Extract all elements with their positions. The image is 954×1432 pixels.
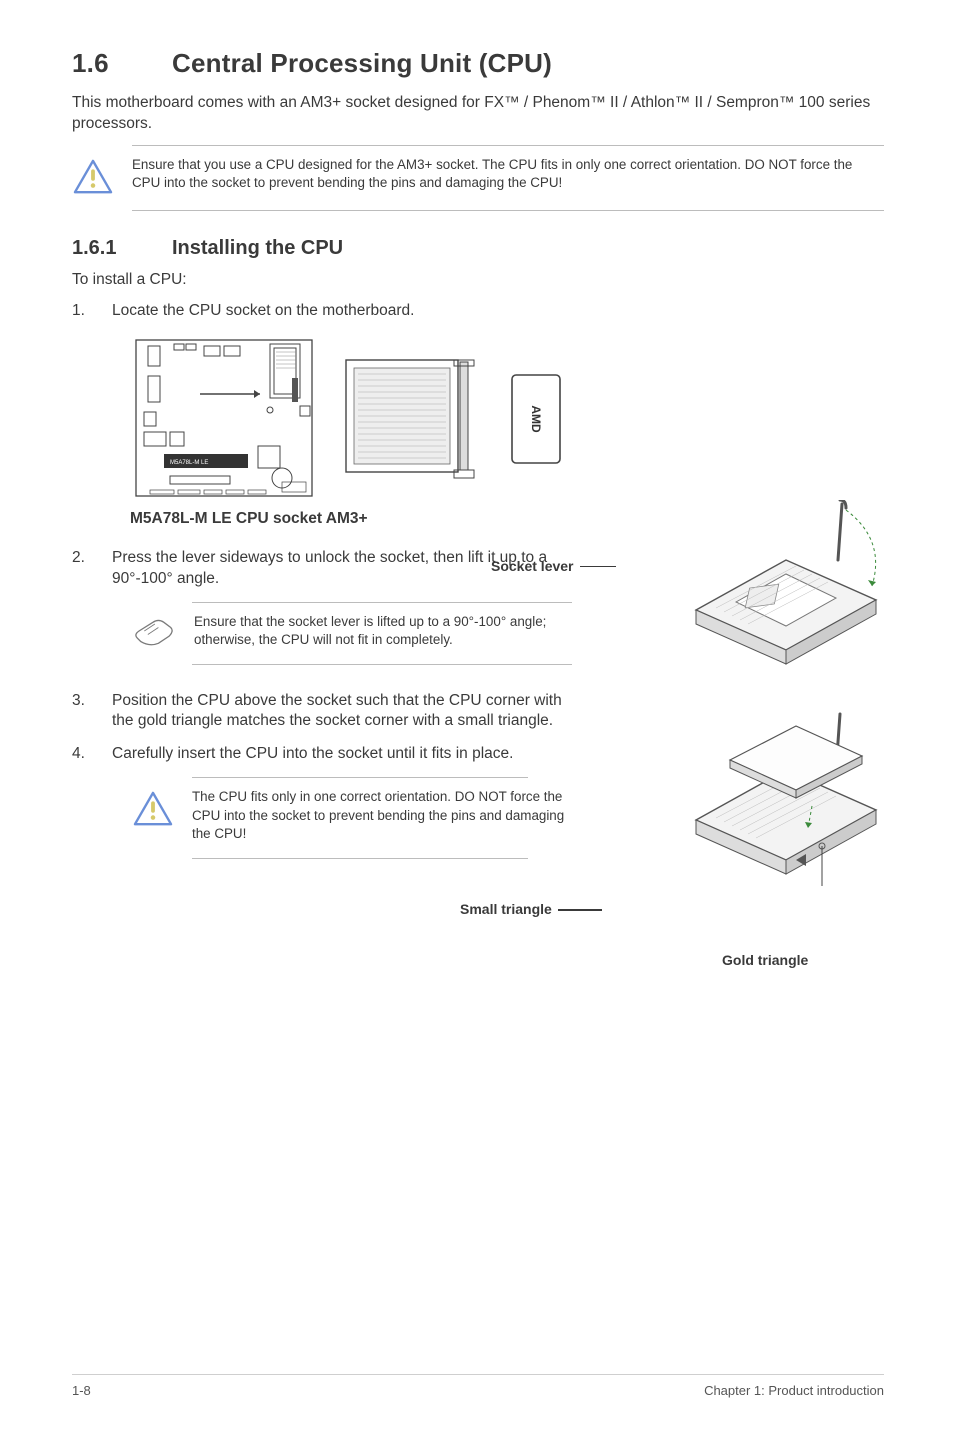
subsection-heading: 1.6.1Installing the CPU xyxy=(72,237,884,260)
step-number: 3. xyxy=(72,691,112,733)
motherboard-diagram: M5A78L-M LE xyxy=(130,334,320,504)
warning-box-1: Ensure that you use a CPU designed for t… xyxy=(72,146,884,210)
cpu-chip-diagram: AMD xyxy=(506,369,566,469)
warning-icon xyxy=(72,156,114,196)
subsection-title: Installing the CPU xyxy=(172,237,343,259)
subsection-number: 1.6.1 xyxy=(72,237,172,260)
section-title: Central Processing Unit (CPU) xyxy=(172,48,552,78)
svg-text:M5A78L-M LE: M5A78L-M LE xyxy=(170,460,208,466)
chip-brand-label: AMD xyxy=(529,405,543,433)
chapter-label: Chapter 1: Product introduction xyxy=(704,1383,884,1398)
sub-intro: To install a CPU: xyxy=(72,270,884,291)
step-number: 1. xyxy=(72,301,112,322)
socket-3d-diagrams xyxy=(646,500,902,930)
divider xyxy=(192,858,528,859)
step-text: Locate the CPU socket on the motherboard… xyxy=(112,301,884,322)
warning-text-1: Ensure that you use a CPU designed for t… xyxy=(132,156,884,193)
socket-lever-label: Socket lever xyxy=(491,558,616,574)
step-text: Carefully insert the CPU into the socket… xyxy=(112,744,584,765)
page-footer: 1-8 Chapter 1: Product introduction xyxy=(72,1374,884,1398)
section-number: 1.6 xyxy=(72,48,172,79)
section-heading: 1.6Central Processing Unit (CPU) xyxy=(72,48,884,79)
divider xyxy=(132,210,884,211)
socket-closeup-diagram xyxy=(338,354,488,484)
intro-paragraph: This motherboard comes with an AM3+ sock… xyxy=(72,93,884,135)
figure-motherboard: M5A78L-M LE AMD xyxy=(130,334,884,504)
gold-triangle-label: Gold triangle xyxy=(722,952,808,968)
step-number: 2. xyxy=(72,548,112,590)
step-number: 4. xyxy=(72,744,112,765)
step-1: 1. Locate the CPU socket on the motherbo… xyxy=(72,301,884,322)
page-number: 1-8 xyxy=(72,1383,91,1398)
small-triangle-label: Small triangle xyxy=(460,901,602,917)
warning-icon xyxy=(132,788,174,828)
hand-icon xyxy=(132,613,176,647)
step-text: Position the CPU above the socket such t… xyxy=(112,691,584,733)
